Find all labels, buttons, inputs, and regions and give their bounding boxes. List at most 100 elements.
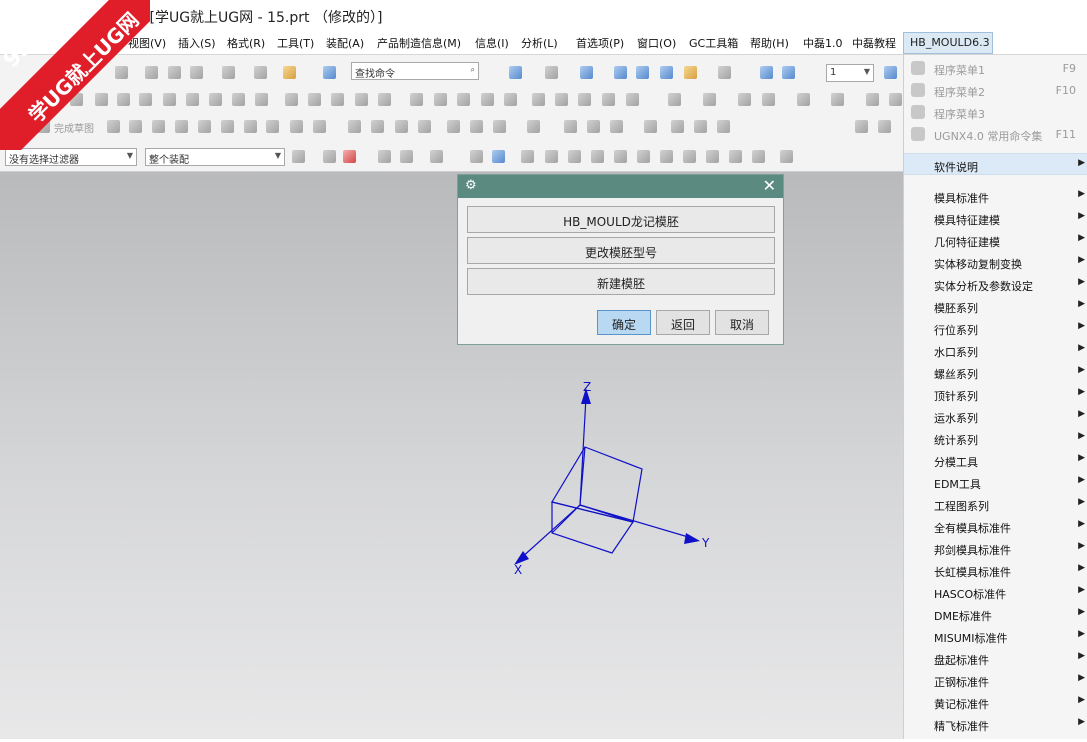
select-curve-icon[interactable] xyxy=(378,150,391,163)
open-folder-icon[interactable] xyxy=(283,66,296,79)
create-sketch-icon[interactable] xyxy=(717,120,730,133)
show-constraints-icon[interactable] xyxy=(493,120,506,133)
snap-point-icon[interactable] xyxy=(323,150,336,163)
continuous-dim-icon[interactable] xyxy=(587,120,600,133)
close-icon[interactable]: ✕ xyxy=(763,176,776,195)
cancel-button[interactable]: 取消 xyxy=(715,310,769,335)
sketch-view-icon[interactable] xyxy=(878,120,891,133)
mirror-icon[interactable] xyxy=(331,93,344,106)
paste-icon[interactable] xyxy=(190,66,203,79)
tangent-icon[interactable] xyxy=(729,150,742,163)
menu-category-item[interactable]: 分模工具 ▶ xyxy=(904,449,1087,471)
extract-icon[interactable] xyxy=(762,93,775,106)
patch-icon[interactable] xyxy=(738,93,751,106)
select-feature-icon[interactable] xyxy=(343,150,356,163)
surface-icon[interactable] xyxy=(668,93,681,106)
assembly-select-icon[interactable] xyxy=(292,150,305,163)
menu-ugnx-commands[interactable]: UGNX4.0 常用命令集 F11 xyxy=(904,123,1087,145)
menu-tools[interactable]: 工具(T) xyxy=(277,35,314,51)
mid-point-icon[interactable] xyxy=(545,150,558,163)
change-model-button[interactable]: 更改模胚型号 xyxy=(467,237,775,264)
circle-icon[interactable] xyxy=(175,120,188,133)
alternate-solution-icon[interactable] xyxy=(610,120,623,133)
hb-mould-lkm-button[interactable]: HB_MOULD龙记模胚 xyxy=(467,206,775,233)
menu-category-item[interactable]: 实体分析及参数设定 ▶ xyxy=(904,273,1087,295)
snap-settings-icon[interactable] xyxy=(752,150,765,163)
layer-settings-icon[interactable] xyxy=(884,66,897,79)
wireframe-icon[interactable] xyxy=(636,66,649,79)
menu-program-2[interactable]: 程序菜单2 F10 xyxy=(904,79,1087,101)
menu-category-item[interactable]: 模具特征建模 ▶ xyxy=(904,207,1087,229)
redo-icon[interactable] xyxy=(254,66,267,79)
move-face-icon[interactable] xyxy=(602,93,615,106)
fillet-icon[interactable] xyxy=(198,120,211,133)
menu-category-item[interactable]: 模具标准件 ▶ xyxy=(904,185,1087,207)
menu-category-item[interactable]: 盘起标准件 ▶ xyxy=(904,647,1087,669)
menu-help[interactable]: 帮助(H) xyxy=(750,35,789,51)
menu-analysis[interactable]: 分析(L) xyxy=(521,35,558,51)
sketch-settings-icon[interactable] xyxy=(671,120,684,133)
menu-category-item[interactable]: 实体移动复制变换 ▶ xyxy=(904,251,1087,273)
menu-assembly[interactable]: 装配(A) xyxy=(326,35,364,51)
select-command-icon[interactable] xyxy=(323,66,336,79)
offset-surface-icon[interactable] xyxy=(797,93,810,106)
grid-icon[interactable] xyxy=(780,150,793,163)
rectangle-select-icon[interactable] xyxy=(430,150,443,163)
menu-category-item[interactable]: 螺丝系列 ▶ xyxy=(904,361,1087,383)
end-point-icon[interactable] xyxy=(521,150,534,163)
edge-blend-icon[interactable] xyxy=(410,93,423,106)
boss-icon[interactable] xyxy=(186,93,199,106)
quick-extend-icon[interactable] xyxy=(418,120,431,133)
copy-icon[interactable] xyxy=(168,66,181,79)
menu-category-item[interactable]: 顶针系列 ▶ xyxy=(904,383,1087,405)
menu-category-item[interactable]: 水口系列 ▶ xyxy=(904,339,1087,361)
menu-category-item[interactable]: 运水系列 ▶ xyxy=(904,405,1087,427)
intersection-icon[interactable] xyxy=(591,150,604,163)
menu-pmi[interactable]: 产品制造信息(M) xyxy=(377,35,461,51)
menu-gc-toolbox[interactable]: GC工具箱 xyxy=(689,35,738,51)
arc-center-icon[interactable] xyxy=(614,150,627,163)
polygon-icon[interactable] xyxy=(313,120,326,133)
menu-category-item[interactable]: EDM工具 ▶ xyxy=(904,471,1087,493)
chamfer-icon[interactable] xyxy=(434,93,447,106)
background-icon[interactable] xyxy=(718,66,731,79)
point-on-face-icon[interactable] xyxy=(706,150,719,163)
reattach-icon[interactable] xyxy=(694,120,707,133)
spline-icon[interactable] xyxy=(266,120,279,133)
menu-category-item[interactable]: 行位系列 ▶ xyxy=(904,317,1087,339)
sew-icon[interactable] xyxy=(703,93,716,106)
inferred-dim-icon[interactable] xyxy=(564,120,577,133)
arc-icon[interactable] xyxy=(152,120,165,133)
animate-dim-icon[interactable] xyxy=(644,120,657,133)
ok-button[interactable]: 确定 xyxy=(597,310,651,335)
menu-window[interactable]: 窗口(O) xyxy=(637,35,676,51)
offset-face-icon[interactable] xyxy=(532,93,545,106)
display-mode-icon[interactable] xyxy=(509,66,522,79)
offset-curve-icon[interactable] xyxy=(348,120,361,133)
point-icon[interactable] xyxy=(290,120,303,133)
undo-icon[interactable] xyxy=(222,66,235,79)
command-search-input[interactable]: 查找命令 ⌕ xyxy=(351,62,479,80)
select-body-icon[interactable] xyxy=(400,150,413,163)
static-wireframe-icon[interactable] xyxy=(660,66,673,79)
groove-icon[interactable] xyxy=(255,93,268,106)
quick-trim-icon[interactable] xyxy=(395,120,408,133)
menu-category-item[interactable]: 全有模具标准件 ▶ xyxy=(904,515,1087,537)
menu-program-3[interactable]: 程序菜单3 xyxy=(904,101,1087,123)
section-icon[interactable] xyxy=(760,66,773,79)
select-face-icon[interactable] xyxy=(470,150,483,163)
menu-category-item[interactable]: 模胚系列 ▶ xyxy=(904,295,1087,317)
pocket-icon[interactable] xyxy=(209,93,222,106)
menu-category-item[interactable]: HASCO标准件 ▶ xyxy=(904,581,1087,603)
pad-icon[interactable] xyxy=(232,93,245,106)
dimension-icon[interactable] xyxy=(527,120,540,133)
pattern-icon[interactable] xyxy=(308,93,321,106)
assembly-scope-select[interactable]: 整个装配 ▼ xyxy=(145,148,285,166)
subtract-icon[interactable] xyxy=(378,93,391,106)
project-curve-icon[interactable] xyxy=(371,120,384,133)
edit-sketch-icon[interactable] xyxy=(855,120,868,133)
menu-category-item[interactable]: 工程图系列 ▶ xyxy=(904,493,1087,515)
trimmed-sheet-icon[interactable] xyxy=(831,93,844,106)
rectangle-icon[interactable] xyxy=(244,120,257,133)
new-mold-base-button[interactable]: 新建模胚 xyxy=(467,268,775,295)
